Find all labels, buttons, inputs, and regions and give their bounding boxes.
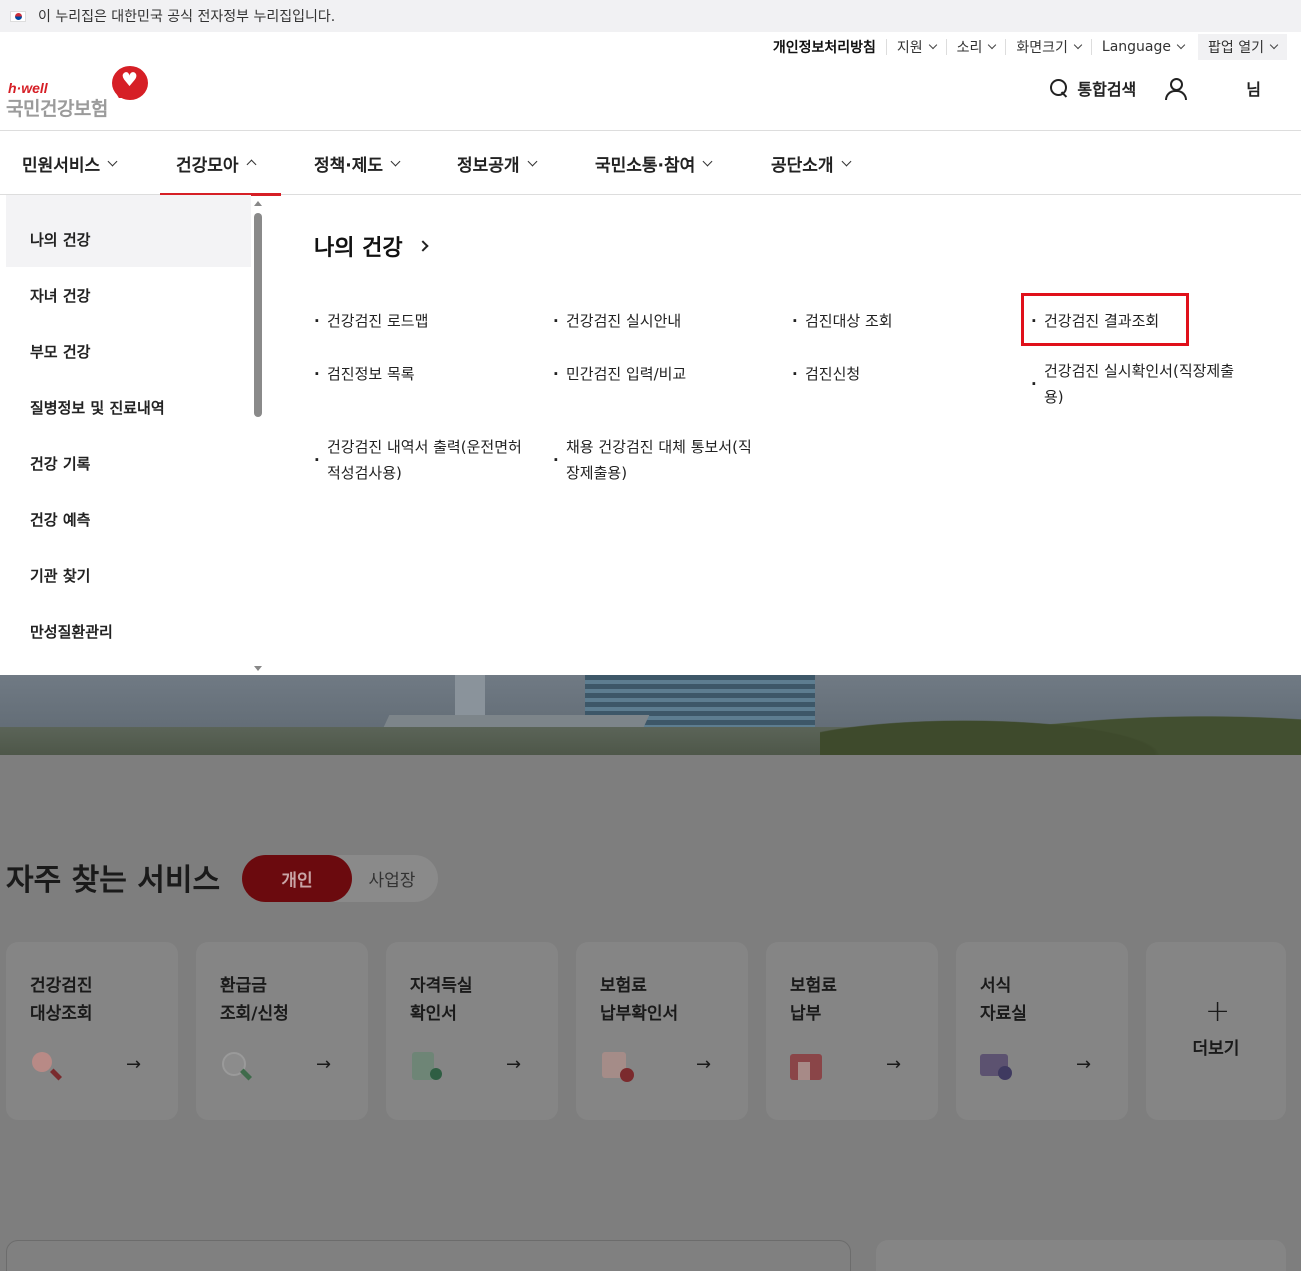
- arrow-right-icon: →: [506, 1054, 522, 1075]
- chevron-up-icon: [246, 159, 257, 170]
- chevron-down-icon: [527, 156, 538, 166]
- service-card-checkup-target[interactable]: 건강검진 대상조회 →: [6, 942, 178, 1120]
- submenu-checkup-roadmap[interactable]: 건강검진 로드맵: [314, 308, 428, 334]
- arrow-right-icon: →: [696, 1054, 712, 1075]
- search-icon[interactable]: [1049, 78, 1069, 98]
- support-menu[interactable]: 지원: [885, 39, 946, 56]
- heart-logo-icon: [112, 66, 148, 100]
- side-item-child-health[interactable]: 자녀 건강: [6, 267, 251, 323]
- nhis-logo[interactable]: h·well 국민건강보험: [6, 66, 151, 120]
- chevron-down-icon: [107, 156, 118, 166]
- document-heart-icon: [600, 1050, 634, 1084]
- chevron-right-icon: [416, 240, 429, 252]
- gov-banner: 이 누리집은 대한민국 공식 전자정부 누리집입니다.: [0, 0, 1301, 32]
- submenu-employment-checkup[interactable]: 채용 건강검진 대체 통보서(직장제출용): [553, 434, 753, 486]
- bottom-panel-left: [6, 1240, 851, 1271]
- submenu-checkup-history-print[interactable]: 건강검진 내역서 출력(운전면허적성검사용): [314, 434, 534, 486]
- chevron-down-icon: [928, 40, 937, 50]
- screen-size-menu[interactable]: 화면크기: [1005, 39, 1091, 56]
- submenu-checkup-list[interactable]: 검진정보 목록: [314, 361, 415, 387]
- side-menu-top: [6, 195, 251, 211]
- service-card-eligibility[interactable]: 자격득실 확인서 →: [386, 942, 558, 1120]
- user-icon[interactable]: [1164, 77, 1188, 100]
- sound-menu[interactable]: 소리: [945, 39, 1006, 56]
- side-menu: 나의 건강 자녀 건강 부모 건강 질병정보 및 진료내역 건강 기록 건강 예…: [6, 211, 251, 674]
- gnb-civil-service[interactable]: 민원서비스: [22, 131, 118, 195]
- chevron-down-icon: [1073, 40, 1083, 50]
- service-card-premium-payment[interactable]: 보험료 납부 →: [766, 942, 938, 1120]
- gnb-policy[interactable]: 정책·제도: [314, 131, 401, 195]
- chevron-down-icon: [390, 156, 401, 166]
- chevron-down-icon: [1176, 40, 1186, 50]
- side-item-health-record[interactable]: 건강 기록: [6, 435, 251, 491]
- tab-business[interactable]: 사업장: [352, 855, 438, 902]
- chevron-down-icon: [1269, 40, 1279, 50]
- service-card-premium-certificate[interactable]: 보험료 납부확인서 →: [576, 942, 748, 1120]
- submenu-checkup-confirmation[interactable]: 건강검진 실시확인서(직장제출용): [1031, 358, 1246, 410]
- folder-download-icon: [980, 1050, 1014, 1084]
- language-menu[interactable]: Language: [1090, 39, 1194, 55]
- main-nav: 민원서비스 건강모아 정책·제도 정보공개 국민소통·참여 공단소개: [0, 130, 1301, 196]
- scroll-down-icon[interactable]: [254, 666, 262, 671]
- more-services-button[interactable]: + 더보기: [1146, 942, 1286, 1120]
- logo-name: 국민건강보험: [6, 98, 108, 120]
- scrollbar-thumb[interactable]: [254, 213, 262, 417]
- bottom-panel-right: [876, 1240, 1286, 1271]
- side-item-parent-health[interactable]: 부모 건강: [6, 323, 251, 379]
- search-person-icon: [30, 1050, 64, 1084]
- submenu-checkup-guide[interactable]: 건강검진 실시안내: [553, 308, 681, 334]
- integrated-search-button[interactable]: 통합검색: [1077, 76, 1136, 100]
- utility-bar: 개인정보처리방침 지원 소리 화면크기 Language 팝업 열기: [763, 34, 1287, 60]
- gnb-communication[interactable]: 국민소통·참여: [595, 131, 713, 195]
- chevron-down-icon: [841, 156, 852, 166]
- side-menu-scrollbar[interactable]: [253, 199, 263, 673]
- submenu-private-checkup[interactable]: 민간검진 입력/비교: [553, 361, 686, 387]
- side-item-health-prediction[interactable]: 건강 예측: [6, 491, 251, 547]
- highlight-box: [1021, 293, 1189, 346]
- header-actions: 통합검색 님: [1049, 76, 1261, 100]
- scroll-up-icon[interactable]: [254, 201, 262, 206]
- document-person-icon: [410, 1050, 444, 1084]
- popup-open-button[interactable]: 팝업 열기: [1198, 34, 1287, 60]
- chevron-down-icon: [702, 156, 713, 166]
- arrow-right-icon: →: [1076, 1054, 1092, 1075]
- privacy-policy-link[interactable]: 개인정보처리방침: [763, 39, 886, 56]
- arrow-right-icon: →: [126, 1054, 142, 1075]
- service-card-refund[interactable]: 환급금 조회/신청 →: [196, 942, 368, 1120]
- submenu-checkup-apply[interactable]: 검진신청: [792, 361, 860, 387]
- search-money-icon: [220, 1050, 254, 1084]
- card-payment-icon: [790, 1050, 824, 1084]
- submenu-checkup-target[interactable]: 검진대상 조회: [792, 308, 893, 334]
- gnb-health-moa[interactable]: 건강모아: [160, 131, 280, 196]
- side-item-chronic-disease[interactable]: 만성질환관리: [6, 603, 251, 659]
- gov-banner-text: 이 누리집은 대한민국 공식 전자정부 누리집입니다.: [38, 9, 336, 25]
- korea-flag-icon: [10, 10, 26, 22]
- hero-image: [0, 675, 1301, 755]
- mega-menu-title[interactable]: 나의 건강: [314, 230, 429, 262]
- plus-icon: +: [1205, 994, 1231, 1029]
- side-item-find-institution[interactable]: 기관 찾기: [6, 547, 251, 603]
- service-type-toggle: 개인 사업장: [242, 855, 438, 902]
- frequent-services-title: 자주 찾는 서비스: [6, 863, 221, 898]
- user-name-suffix: 님: [1246, 80, 1261, 99]
- arrow-right-icon: →: [886, 1054, 902, 1075]
- chevron-down-icon: [988, 40, 997, 50]
- side-item-my-health[interactable]: 나의 건강: [6, 211, 251, 267]
- gnb-info-disclosure[interactable]: 정보공개: [457, 131, 538, 195]
- side-item-disease-info[interactable]: 질병정보 및 진료내역: [6, 379, 251, 435]
- gnb-about[interactable]: 공단소개: [771, 131, 852, 195]
- service-card-forms[interactable]: 서식 자료실 →: [956, 942, 1128, 1120]
- arrow-right-icon: →: [316, 1054, 332, 1075]
- tab-personal[interactable]: 개인: [242, 855, 352, 902]
